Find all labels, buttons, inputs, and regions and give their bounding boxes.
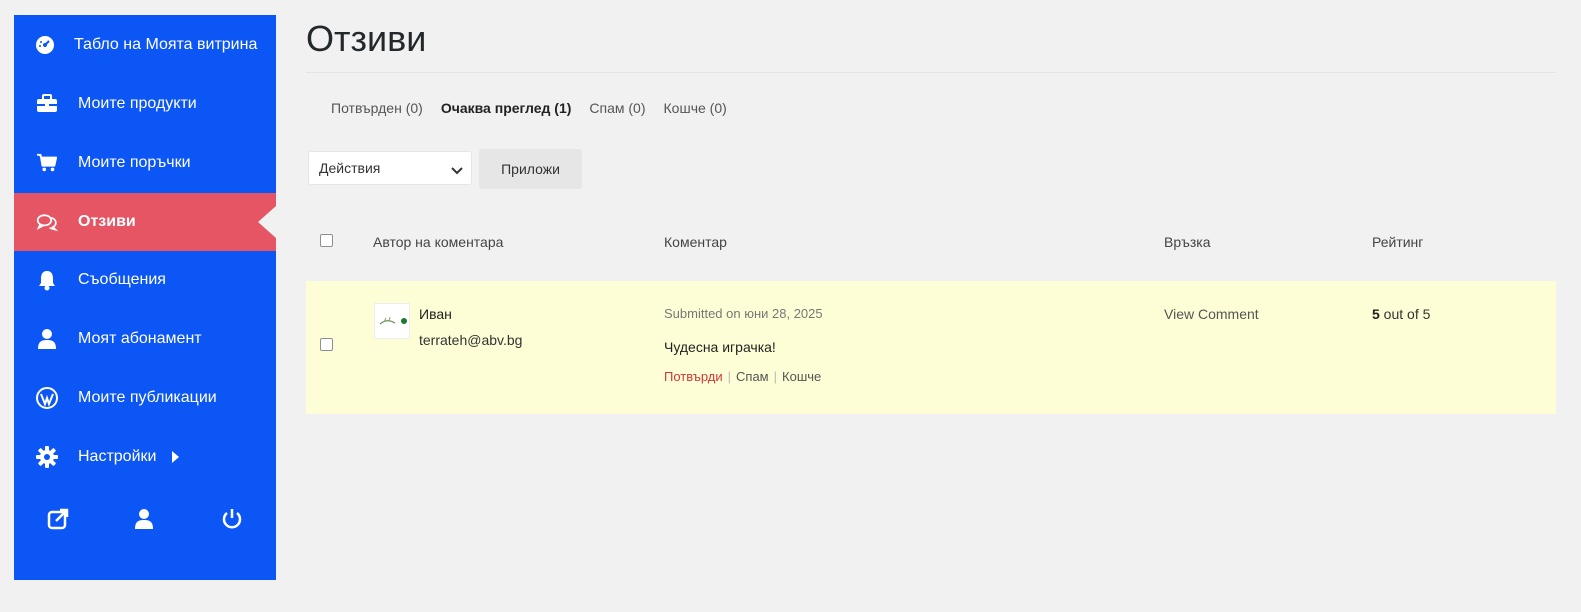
- rating-value: 5: [1372, 306, 1380, 322]
- submitted-date: Submitted on юни 28, 2025: [664, 306, 823, 321]
- sidebar-item-products[interactable]: Моите продукти: [14, 75, 276, 133]
- sidebar-item-label: Настройки: [78, 448, 157, 465]
- sidebar-footer: [14, 505, 276, 537]
- tab-spam[interactable]: Спам (0): [589, 100, 645, 116]
- column-header-comment: Коментар: [664, 234, 727, 250]
- bulk-actions-value: Действия: [319, 160, 381, 176]
- sidebar: Табло на Моята витрина Моите продукти Мо…: [14, 15, 276, 580]
- avatar: [374, 303, 410, 339]
- gear-icon: [36, 446, 58, 468]
- row-actions: Потвърди | Спам | Кошче: [664, 369, 821, 384]
- table-row: Иван terrateh@abv.bg Submitted on юни 28…: [306, 281, 1556, 414]
- cart-icon: [36, 152, 58, 174]
- sidebar-item-label: Моите публикации: [78, 389, 217, 406]
- sidebar-item-label: Моите продукти: [78, 95, 197, 112]
- tab-approved[interactable]: Потвърден (0): [331, 100, 423, 116]
- rating-suffix: out of 5: [1379, 306, 1431, 322]
- separator: |: [727, 369, 732, 384]
- spam-link[interactable]: Спам: [736, 369, 769, 384]
- comment-text: Чудесна играчка!: [664, 339, 776, 355]
- author-name: Иван: [419, 306, 452, 322]
- sidebar-item-reviews[interactable]: Отзиви: [14, 193, 276, 251]
- approve-link[interactable]: Потвърди: [664, 369, 723, 384]
- sidebar-item-label: Моите поръчки: [78, 154, 191, 171]
- comments-icon: [36, 211, 58, 233]
- sidebar-item-label: Съобщения: [78, 271, 166, 288]
- trash-link[interactable]: Кошче: [782, 369, 821, 384]
- user-icon: [36, 328, 58, 350]
- table-header: Автор на коментара Коментар Връзка Рейти…: [306, 222, 1556, 264]
- tab-pending[interactable]: Очаква преглед (1): [441, 100, 572, 116]
- sidebar-item-label: Моят абонамент: [78, 330, 202, 347]
- external-link-icon[interactable]: [44, 505, 72, 533]
- view-comment-link[interactable]: View Comment: [1164, 306, 1259, 322]
- column-header-author[interactable]: Автор на коментара: [373, 234, 503, 250]
- sidebar-item-orders[interactable]: Моите поръчки: [14, 134, 276, 192]
- column-header-rating[interactable]: Рейтинг: [1372, 234, 1423, 250]
- rating: 5 out of 5: [1372, 306, 1430, 322]
- chevron-down-icon: [451, 163, 463, 179]
- tab-trash[interactable]: Кошче (0): [664, 100, 727, 116]
- sidebar-item-subscription[interactable]: Моят абонамент: [14, 310, 276, 368]
- sidebar-item-messages[interactable]: Съобщения: [14, 251, 276, 309]
- power-icon[interactable]: [218, 505, 246, 533]
- briefcase-icon: [36, 93, 58, 115]
- sidebar-item-label: Табло на Моята витрина: [74, 36, 258, 53]
- status-filter-tabs: Потвърден (0) Очаква преглед (1) Спам (0…: [331, 100, 745, 116]
- bell-icon: [36, 269, 58, 291]
- dashboard-icon: [34, 34, 56, 56]
- sidebar-item-publications[interactable]: Моите публикации: [14, 369, 276, 427]
- sidebar-item-label: Отзиви: [78, 213, 136, 230]
- author-email: terrateh@abv.bg: [419, 332, 523, 348]
- chevron-right-icon: [172, 451, 180, 463]
- wordpress-icon: [36, 387, 58, 409]
- sidebar-item-settings[interactable]: Настройки: [14, 428, 276, 486]
- row-checkbox[interactable]: [320, 338, 333, 351]
- page-title: Отзиви: [306, 18, 427, 59]
- column-header-link: Връзка: [1164, 234, 1211, 250]
- bulk-actions-select[interactable]: Действия: [308, 151, 472, 185]
- profile-icon[interactable]: [130, 505, 158, 533]
- title-divider: [306, 72, 1556, 73]
- apply-button[interactable]: Приложи: [479, 149, 582, 189]
- separator: |: [773, 369, 778, 384]
- select-all-checkbox[interactable]: [320, 234, 333, 247]
- sidebar-item-dashboard[interactable]: Табло на Моята витрина: [14, 15, 276, 75]
